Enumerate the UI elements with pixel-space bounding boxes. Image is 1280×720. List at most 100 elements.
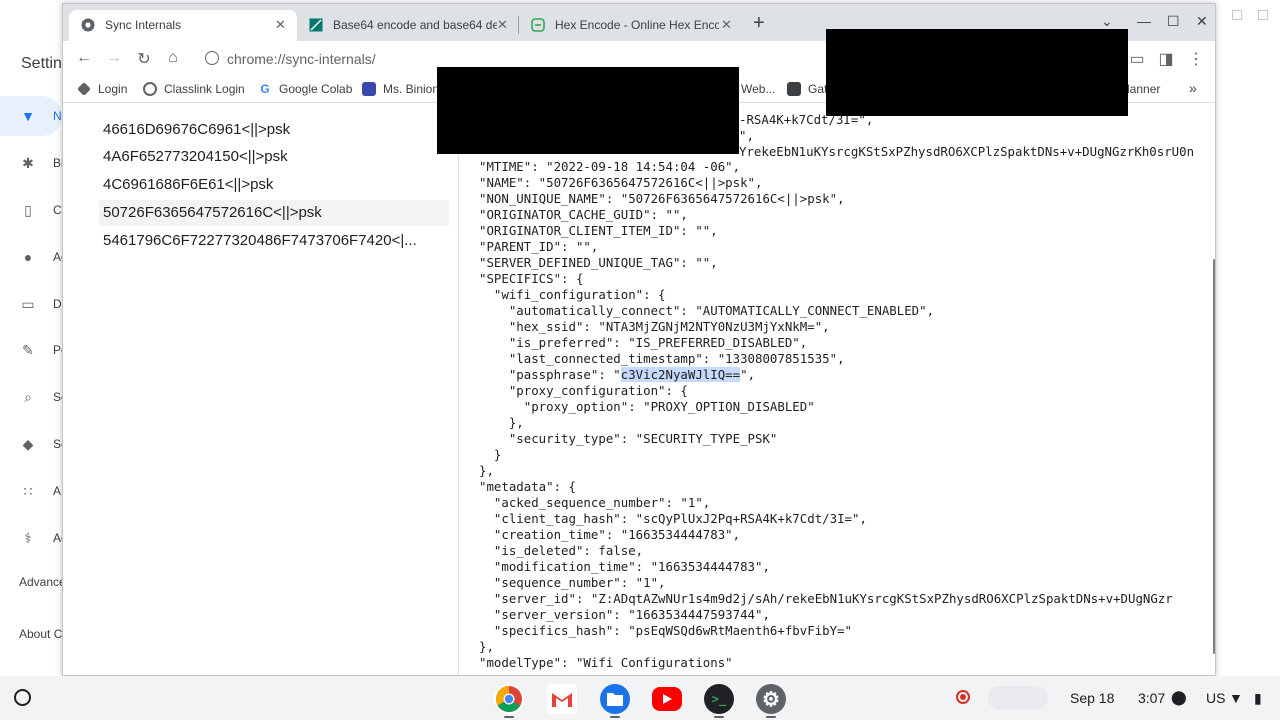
list-item[interactable]: 4A6F652773204150<||>psk xyxy=(99,144,449,170)
code-line: "proxy_option": "PROXY_OPTION_DISABLED" xyxy=(479,399,815,414)
menu-icon[interactable]: ⋮ xyxy=(1186,49,1206,69)
settings-nav-label: N xyxy=(53,109,62,123)
code-line: "is_deleted": false, xyxy=(479,543,644,558)
restore-icon xyxy=(1232,10,1242,20)
settings-window-edge xyxy=(1216,0,1280,676)
code-line: "NON_UNIQUE_NAME": "50726F6365647572616C… xyxy=(479,191,845,206)
close-tab-icon[interactable]: ✕ xyxy=(721,17,732,33)
code-line: "server_id": "Z:ADqtAZwNUr1s4m9d2j/sAh/r… xyxy=(479,591,1173,606)
settings-about[interactable]: About C xyxy=(19,627,62,641)
bookmark-classlink[interactable]: Classlink Login xyxy=(143,82,245,96)
settings-nav-label: D xyxy=(53,297,62,311)
notification-icon[interactable]: ⬤ xyxy=(1171,689,1187,706)
minimize-icon[interactable]: — xyxy=(1137,13,1151,29)
code-line: }, xyxy=(479,415,524,430)
reload-icon[interactable]: ↻ xyxy=(134,49,154,69)
settings-nav-personalization[interactable]: ✎ Pe xyxy=(0,330,68,370)
youtube-app-icon[interactable] xyxy=(652,687,682,711)
launcher-icon[interactable] xyxy=(14,689,31,706)
settings-advanced[interactable]: Advance xyxy=(19,575,66,589)
bookmark-planner[interactable]: lanner xyxy=(1127,82,1160,96)
code-line: "ORIGINATOR_CACHE_GUID": "", xyxy=(479,207,688,222)
date-text[interactable]: Sep 18 xyxy=(1070,690,1114,706)
bookmark-ms-binion[interactable]: Ms. Binion xyxy=(362,82,439,96)
files-app-icon[interactable] xyxy=(600,684,630,714)
phone-icon: ▯ xyxy=(24,202,32,218)
settings-nav-accounts[interactable]: ● Ac xyxy=(0,237,67,277)
person-icon: ● xyxy=(23,249,33,265)
code-line-passphrase[interactable]: "passphrase": "c3Vic2NyaWJlIQ==", xyxy=(479,367,755,383)
tab-title: Hex Encode - Online Hex Encode xyxy=(555,18,719,32)
gmail-icon xyxy=(552,693,572,707)
terminal-app-icon[interactable]: >_ xyxy=(704,684,734,714)
cast-icon[interactable]: ▭ xyxy=(1127,49,1147,69)
list-item[interactable]: 5461796C6F72277320486F7473706F7420<|... xyxy=(99,228,449,254)
code-line: ", xyxy=(739,128,754,143)
tab-hex-encode[interactable]: Hex Encode - Online Hex Encode ✕ xyxy=(519,10,741,41)
code-line: "acked_sequence_number": "1", xyxy=(479,495,711,510)
battery-icon[interactable]: ▮ xyxy=(1254,690,1262,707)
url-text[interactable]: chrome://sync-internals/ xyxy=(227,51,376,67)
code-line: "NAME": "50726F6365647572616C<||>psk", xyxy=(479,175,763,190)
bookmark-icon xyxy=(787,82,801,96)
tab-base64[interactable]: Base64 encode and base64 deco ✕ xyxy=(297,10,519,41)
running-indicator xyxy=(504,716,514,718)
back-icon[interactable]: ← xyxy=(74,49,94,67)
code-line: "sequence_number": "1", xyxy=(479,575,666,590)
site-info-icon[interactable] xyxy=(205,51,219,65)
close-tab-icon[interactable]: ✕ xyxy=(275,17,286,33)
list-item[interactable]: 4C6961686F6E61<||>psk xyxy=(99,172,449,198)
calendar-icon xyxy=(362,82,376,96)
bluetooth-icon: ✱ xyxy=(22,155,34,171)
code-line: "MTIME": "2022-09-18 14:54:04 -06", xyxy=(479,159,741,174)
wifi-status-icon[interactable]: ▼ xyxy=(1229,690,1243,706)
settings-nav-device[interactable]: ▭ D xyxy=(0,284,62,324)
bookmark-web[interactable]: Web... xyxy=(741,82,775,96)
settings-nav-connected-devices[interactable]: ▯ Co xyxy=(0,190,68,230)
code-line: "SPECIFICS": { xyxy=(479,271,584,286)
code-line: "proxy_configuration": { xyxy=(479,383,688,398)
settings-app-icon[interactable]: ⚙ xyxy=(756,684,786,714)
side-panel-icon[interactable]: ◨ xyxy=(1156,49,1176,69)
new-tab-button[interactable]: + xyxy=(753,12,765,35)
settings-nav-security[interactable]: ◆ Se xyxy=(0,424,68,464)
forward-icon[interactable]: → xyxy=(104,49,124,67)
chrome-icon xyxy=(81,18,95,32)
passphrase-highlight[interactable]: c3Vic2NyaWJlIQ== xyxy=(620,367,741,382)
time-text[interactable]: 3:07 xyxy=(1138,690,1165,706)
close-tab-icon[interactable]: ✕ xyxy=(497,17,508,33)
settings-nav-search[interactable]: ⌕ Se xyxy=(0,377,68,417)
shield-icon: ◆ xyxy=(22,436,34,452)
list-item-selected[interactable]: 50726F6365647572616C<||>psk xyxy=(99,200,449,226)
settings-title: Settin xyxy=(21,55,62,72)
chrome-app-icon[interactable] xyxy=(494,684,524,714)
hex-site-icon xyxy=(531,18,545,32)
accessibility-icon: ⚕ xyxy=(24,530,32,546)
folder-icon xyxy=(607,693,623,706)
bookmark-gat[interactable]: Gat xyxy=(787,82,827,96)
bookmark-colab[interactable]: G Google Colab xyxy=(258,82,352,96)
screen-record-icon[interactable] xyxy=(956,690,970,704)
code-line: "client_tag_hash": "scQyPlUxJ2Pq+RSA4K+k… xyxy=(479,511,867,526)
scrollbar[interactable] xyxy=(1213,259,1215,654)
close-window-icon[interactable]: ✕ xyxy=(1196,13,1208,30)
settings-nav-apps[interactable]: ∷ A xyxy=(0,471,62,511)
holding-space-tray[interactable] xyxy=(988,686,1048,710)
locale-text[interactable]: US xyxy=(1206,690,1225,706)
code-line: "creation_time": "1663534444783", xyxy=(479,527,741,542)
code-line: "metadata": { xyxy=(479,479,576,494)
maximize-icon[interactable]: ☐ xyxy=(1167,13,1180,30)
tab-sync-internals[interactable]: Sync Internals ✕ xyxy=(69,10,297,41)
tab-search-icon[interactable]: ⌄ xyxy=(1101,13,1113,30)
sync-internals-page: 46616D69676C6961<||>psk 4A6F652773204150… xyxy=(63,104,1215,675)
bookmark-login[interactable]: Login xyxy=(77,82,127,96)
settings-nav-bluetooth[interactable]: ✱ Bl xyxy=(0,143,64,183)
list-item[interactable]: 46616D69676C6961<||>psk xyxy=(99,117,449,143)
running-indicator xyxy=(610,716,620,718)
gear-icon: ⚙ xyxy=(762,688,780,711)
settings-nav-network[interactable]: ▼ N xyxy=(0,96,62,136)
home-icon[interactable]: ⌂ xyxy=(163,49,183,67)
gmail-app-icon[interactable] xyxy=(547,684,577,714)
settings-nav-accessibility[interactable]: ⚕ Ac xyxy=(0,518,67,558)
more-bookmarks-icon[interactable]: » xyxy=(1189,80,1197,96)
